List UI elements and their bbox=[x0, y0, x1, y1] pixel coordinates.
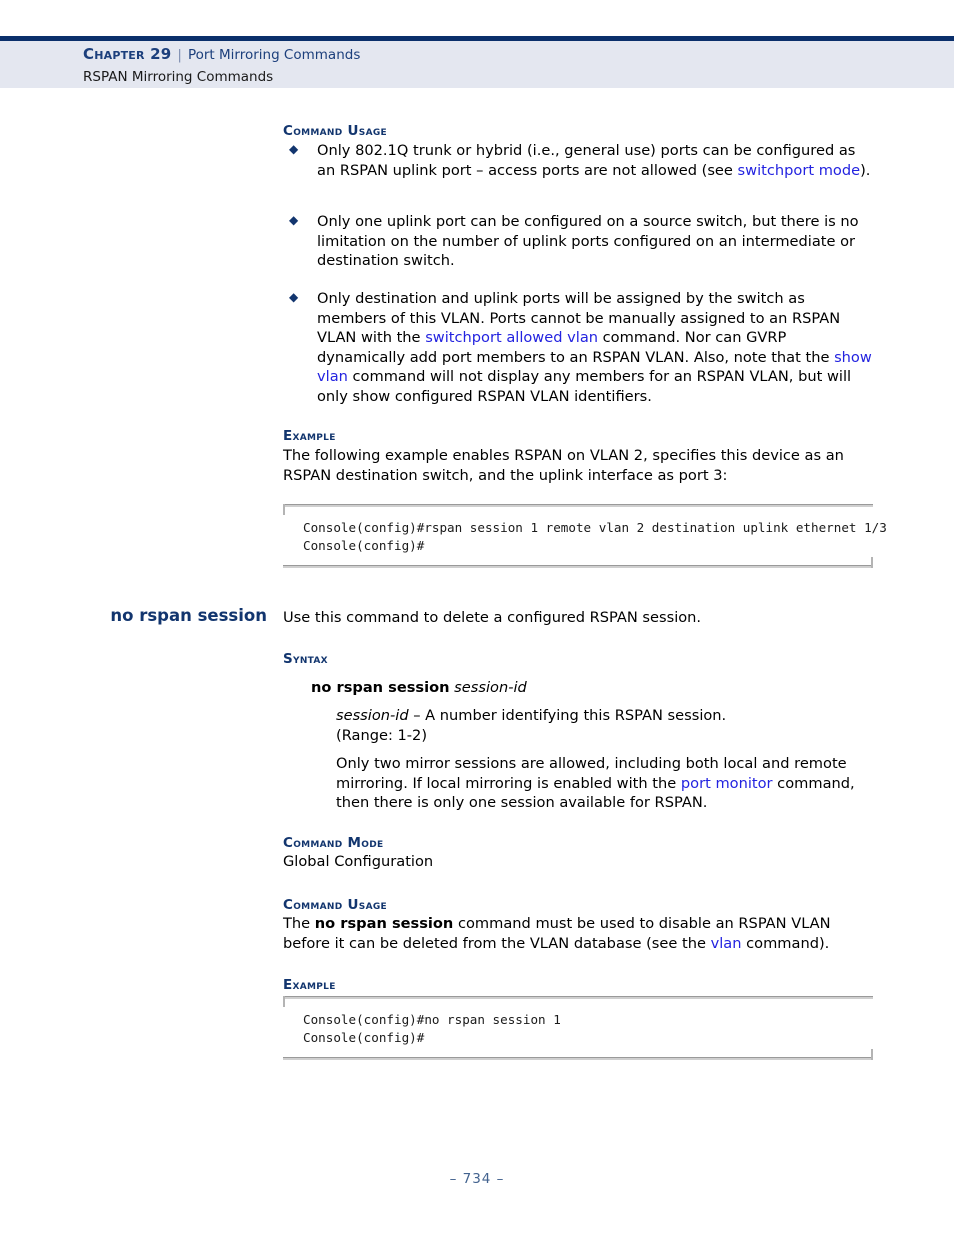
syntax-argument: session-id bbox=[454, 679, 527, 696]
argument-range: (Range: 1-2) bbox=[336, 726, 428, 744]
code-block-1-text: Console(config)#rspan session 1 remote v… bbox=[303, 520, 887, 553]
command-intro-no-rspan-session: Use this command to delete a configured … bbox=[283, 609, 702, 626]
usage-bullet-3: ◆ Only destination and uplink ports will… bbox=[283, 289, 873, 407]
usage-command-name: no rspan session bbox=[314, 915, 454, 932]
bullet-diamond-icon: ◆ bbox=[289, 213, 299, 227]
example-heading-2: Example bbox=[283, 977, 336, 993]
link-switchport-allowed-vlan[interactable]: switchport allowed vlan bbox=[425, 329, 598, 346]
header-chapter-label: Chapter 29 bbox=[83, 45, 172, 63]
syntax-line: no rspan session session-id bbox=[311, 678, 873, 698]
usage-bullet-2-text: Only one uplink port can be configured o… bbox=[317, 213, 859, 270]
page-number: – 734 – bbox=[449, 1171, 505, 1187]
command-mode-value: Global Configuration bbox=[283, 853, 434, 870]
code-corner-tick-left bbox=[283, 504, 285, 515]
header-chapter-title: Port Mirroring Commands bbox=[187, 47, 361, 63]
code-corner-tick-right bbox=[871, 1049, 873, 1060]
argument-description: session-id – A number identifying this R… bbox=[336, 706, 873, 745]
usage-bullet-3-text: Only destination and uplink ports will b… bbox=[317, 290, 872, 405]
code-bottom-rule bbox=[283, 565, 873, 568]
code-bottom-rule bbox=[283, 1057, 873, 1060]
usage-bullet-2: ◆ Only one uplink port can be configured… bbox=[283, 212, 873, 271]
link-port-monitor[interactable]: port monitor bbox=[681, 775, 773, 792]
argument-note: Only two mirror sessions are allowed, in… bbox=[336, 755, 855, 812]
header-separator: | bbox=[177, 47, 182, 63]
link-vlan[interactable]: vlan bbox=[711, 935, 742, 952]
code-block-2: Console(config)#no rspan session 1 Conso… bbox=[283, 996, 873, 1060]
page-footer: – 734 – bbox=[0, 1171, 954, 1187]
code-corner-tick-right bbox=[871, 557, 873, 568]
header-chapter-line: Chapter 29 | Port Mirroring Commands bbox=[83, 44, 360, 66]
command-usage-heading-2: Command Usage bbox=[283, 897, 387, 913]
command-title-no-rspan-session: no rspan session bbox=[110, 606, 267, 625]
syntax-heading: Syntax bbox=[283, 651, 328, 667]
syntax-command: no rspan session bbox=[311, 679, 450, 696]
link-switchport-mode[interactable]: switchport mode bbox=[738, 162, 861, 179]
example-intro-1: The following example enables RSPAN on V… bbox=[283, 447, 844, 484]
command-mode-heading: Command Mode bbox=[283, 835, 384, 851]
argument-description-line: session-id – A number identifying this R… bbox=[336, 707, 727, 724]
code-block-2-text: Console(config)#no rspan session 1 Conso… bbox=[303, 1012, 561, 1045]
code-corner-tick-left bbox=[283, 996, 285, 1007]
running-header: Chapter 29 | Port Mirroring Commands RSPAN… bbox=[83, 44, 360, 88]
command-usage-heading-1: Command Usage bbox=[283, 123, 387, 139]
command-usage-text: The no rspan session command must be use… bbox=[283, 915, 831, 952]
header-section-title: RSPAN Mirroring Commands bbox=[83, 69, 274, 85]
code-top-rule bbox=[283, 996, 873, 999]
usage-bullet-1: ◆ Only 802.1Q trunk or hybrid (i.e., gen… bbox=[283, 141, 873, 180]
code-block-1: Console(config)#rspan session 1 remote v… bbox=[283, 504, 887, 568]
bullet-diamond-icon: ◆ bbox=[289, 142, 299, 156]
argument-name: session-id bbox=[336, 707, 409, 724]
usage-bullet-1-text: Only 802.1Q trunk or hybrid (i.e., gener… bbox=[317, 142, 871, 179]
bullet-diamond-icon: ◆ bbox=[289, 290, 299, 304]
example-heading-1: Example bbox=[283, 428, 336, 444]
code-top-rule bbox=[283, 504, 873, 507]
